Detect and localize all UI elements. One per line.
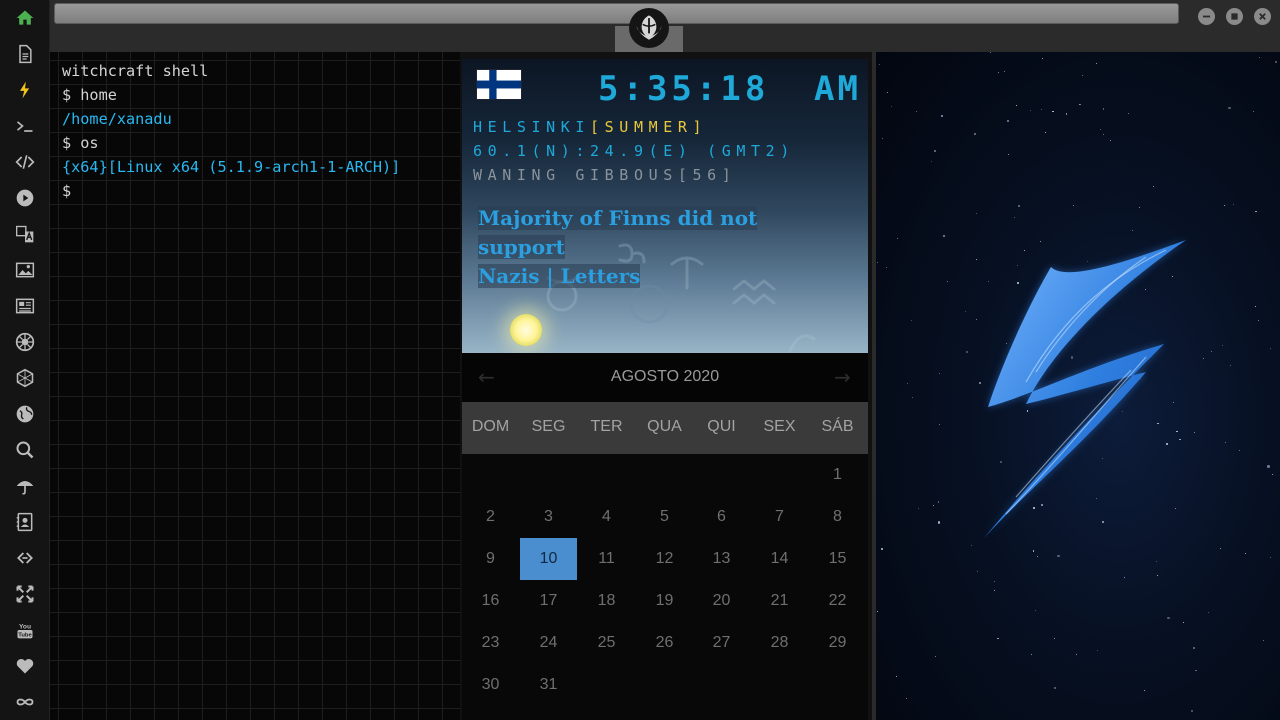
clock-ampm: AM xyxy=(814,69,861,109)
translate-icon[interactable] xyxy=(12,221,38,247)
calendar-day[interactable]: 6 xyxy=(693,496,750,538)
window-titlebar xyxy=(50,0,1280,52)
calendar-day[interactable]: 25 xyxy=(578,622,635,664)
calendar-day[interactable]: 31 xyxy=(520,664,577,706)
terminal-icon[interactable] xyxy=(12,113,38,139)
weekday-label: SEX xyxy=(763,418,796,435)
svg-text:Tube: Tube xyxy=(18,633,32,639)
weekday-label: QUI xyxy=(707,418,736,435)
home-icon[interactable] xyxy=(12,5,38,31)
location-line: HELSINKI[SUMMER] xyxy=(473,118,707,136)
calendar-day[interactable]: 3 xyxy=(520,496,577,538)
calendar-day[interactable]: 20 xyxy=(693,580,750,622)
calendar-day[interactable]: 22 xyxy=(809,580,866,622)
calendar-day[interactable]: 21 xyxy=(751,580,808,622)
terminal-line: /home/xanadu xyxy=(62,110,172,128)
calendar-day[interactable]: 5 xyxy=(636,496,693,538)
moon-phase: WANING GIBBOUS[56] xyxy=(473,166,737,184)
finland-flag xyxy=(476,69,522,100)
app-sidebar: You Tube xyxy=(0,0,50,720)
play-icon[interactable] xyxy=(12,185,38,211)
lightning-bolt-graphic xyxy=(984,240,1186,538)
hexagon-network-icon[interactable] xyxy=(12,365,38,391)
city-name: HELSINKI xyxy=(473,118,591,136)
expand-icon[interactable] xyxy=(12,581,38,607)
calendar-day[interactable]: 1 xyxy=(809,454,866,496)
desktop-wallpaper xyxy=(876,52,1280,720)
terminal-line: {x64}[Linux x64 (5.1.9-arch1-1-ARCH)] xyxy=(62,158,401,176)
calendar-day[interactable]: 4 xyxy=(578,496,635,538)
calendar-day[interactable]: 24 xyxy=(520,622,577,664)
infinity-icon[interactable] xyxy=(12,689,38,715)
contacts-icon[interactable] xyxy=(12,509,38,535)
calendar-month-title: AGOSTO 2020 xyxy=(610,368,720,385)
address-bar[interactable] xyxy=(54,3,1179,24)
calendar-day[interactable]: 16 xyxy=(462,580,519,622)
terminal-line: $ os xyxy=(62,134,99,152)
terminal-output: witchcraft shell $ home/home/xanadu $ os {x… xyxy=(62,59,400,203)
calendar-day[interactable]: 27 xyxy=(693,622,750,664)
close-button[interactable] xyxy=(1254,8,1271,25)
calendar-day[interactable]: 17 xyxy=(520,580,577,622)
youtube-icon[interactable]: You Tube xyxy=(12,617,38,643)
calendar-day-selected[interactable]: 10 xyxy=(520,538,577,580)
weekday-label: SEG xyxy=(531,418,566,435)
calendar-widget: ← AGOSTO 2020 → DOM SEG TER QUA QUI SEX SÁB 12… xyxy=(462,353,868,720)
svg-text:You: You xyxy=(19,623,31,630)
lightning-icon[interactable] xyxy=(12,77,38,103)
document-icon[interactable] xyxy=(12,41,38,67)
calendar-day[interactable]: 23 xyxy=(462,622,519,664)
next-month-arrow-icon[interactable]: → xyxy=(834,365,851,389)
calendar-day[interactable]: 26 xyxy=(636,622,693,664)
terminal-panel[interactable]: witchcraft shell $ home/home/xanadu $ os {x… xyxy=(50,52,460,720)
calendar-day[interactable]: 13 xyxy=(693,538,750,580)
calendar-day[interactable]: 29 xyxy=(809,622,866,664)
rebel-alliance-icon[interactable] xyxy=(629,8,669,48)
calendar-day[interactable]: 12 xyxy=(636,538,693,580)
calendar-day[interactable]: 14 xyxy=(751,538,808,580)
umbrella-icon[interactable] xyxy=(12,473,38,499)
calendar-day[interactable]: 7 xyxy=(751,496,808,538)
weekday-label: QUA xyxy=(647,418,682,435)
weekday-label: TER xyxy=(590,418,623,435)
clock-time: 5:35:18 xyxy=(598,69,770,109)
calendar-day[interactable]: 15 xyxy=(809,538,866,580)
calendar-header: ← AGOSTO 2020 → xyxy=(462,353,868,402)
search-icon[interactable] xyxy=(12,437,38,463)
heart-icon[interactable] xyxy=(12,653,38,679)
weekday-label: DOM xyxy=(471,418,510,435)
galactic-empire-icon[interactable] xyxy=(12,329,38,355)
headline-line-1: Majority of Finns did not support xyxy=(478,206,758,259)
code-icon[interactable] xyxy=(12,149,38,175)
maximize-button[interactable] xyxy=(1226,8,1243,25)
minimize-button[interactable] xyxy=(1198,8,1215,25)
link-icon[interactable] xyxy=(12,545,38,571)
terminal-line: witchcraft shell xyxy=(62,62,209,80)
calendar-day[interactable]: 30 xyxy=(462,664,519,706)
calendar-day[interactable]: 11 xyxy=(578,538,635,580)
terminal-line: $ home xyxy=(62,86,117,104)
calendar-day[interactable]: 19 xyxy=(636,580,693,622)
weekday-header: DOM SEG TER QUA QUI SEX SÁB xyxy=(462,402,868,454)
calendar-day[interactable]: 8 xyxy=(809,496,866,538)
calendar-day[interactable]: 9 xyxy=(462,538,519,580)
calendar-day[interactable]: 18 xyxy=(578,580,635,622)
calendar-day[interactable]: 2 xyxy=(462,496,519,538)
calendar-day[interactable]: 28 xyxy=(751,622,808,664)
news-headline[interactable]: Majority of Finns did not support Nazis … xyxy=(478,204,818,291)
newspaper-icon[interactable] xyxy=(12,293,38,319)
clock-weather-widget: 5:35:18 AM HELSINKI[SUMMER] 60.1(N):24.9… xyxy=(462,59,868,353)
terminal-line: $ xyxy=(62,182,72,200)
headline-line-2: Nazis | Letters xyxy=(478,264,641,288)
season-label: [SUMMER] xyxy=(590,118,708,136)
coordinates: 60.1(N):24.9(E) (GMT2) xyxy=(473,142,795,160)
sun-icon xyxy=(510,314,542,346)
globe-icon[interactable] xyxy=(12,401,38,427)
weekday-label: SÁB xyxy=(821,418,854,435)
image-icon[interactable] xyxy=(12,257,38,283)
